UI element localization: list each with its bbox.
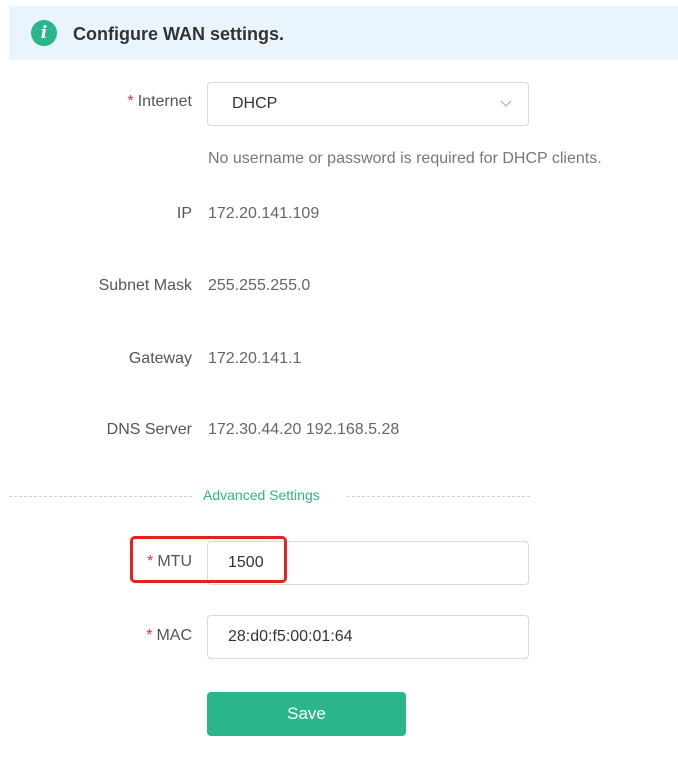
internet-label-text: Internet [137,93,192,110]
divider-left [9,496,192,497]
required-mark: * [146,627,153,644]
ip-value: 172.20.141.109 [208,205,320,222]
subnet-mask-label: Subnet Mask [98,277,192,294]
mtu-highlight-box [130,536,287,583]
gateway-value: 172.20.141.1 [208,350,302,367]
internet-select[interactable]: DHCP [207,82,529,126]
dns-server-label: DNS Server [106,421,192,438]
subnet-mask-value: 255.255.255.0 [208,277,311,294]
mac-input[interactable] [207,615,529,659]
chevron-down-icon [500,100,512,107]
internet-select-value: DHCP [232,95,278,112]
dhcp-hint: No username or password is required for … [208,150,602,167]
info-banner: i Configure WAN settings. [9,6,678,60]
mac-label-text: MAC [156,627,192,644]
required-mark: * [127,93,134,110]
divider-right [347,496,530,497]
internet-label: * Internet [128,93,193,111]
advanced-settings-toggle[interactable]: Advanced Settings [203,487,320,503]
dns-server-value: 172.30.44.20 192.168.5.28 [208,421,400,438]
mac-label: * MAC [146,627,192,645]
ip-label: IP [176,205,192,222]
save-button[interactable]: Save [207,692,406,736]
banner-text: Configure WAN settings. [73,24,284,44]
gateway-label: Gateway [128,350,192,367]
info-icon: i [31,20,57,46]
